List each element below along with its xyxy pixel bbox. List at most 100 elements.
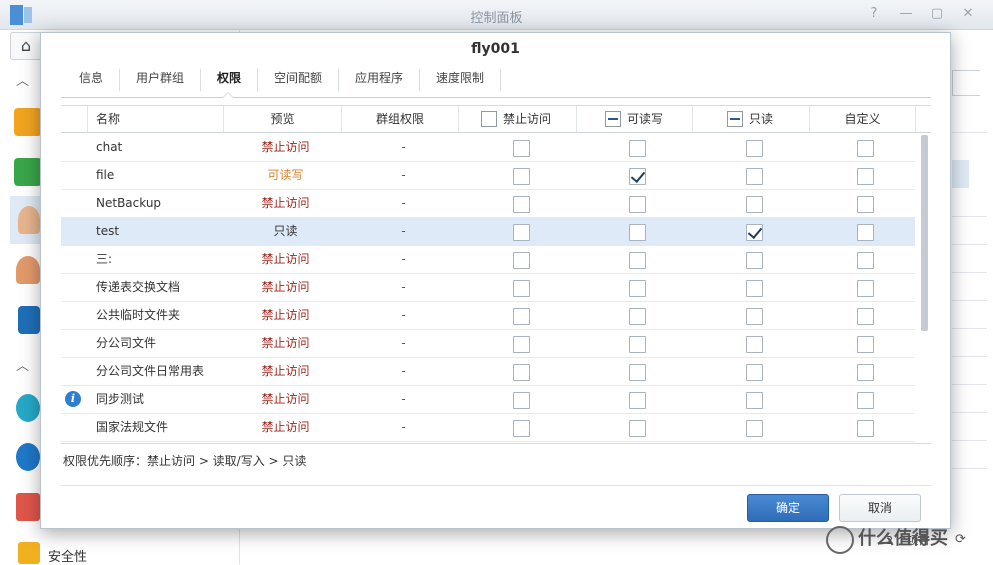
table-row[interactable]: 分公司文件日常用表 禁止访问 - (61, 358, 915, 386)
maximize-icon[interactable]: ▢ (929, 6, 945, 22)
close-icon[interactable]: ✕ (960, 6, 976, 22)
shared-folder-icon[interactable] (14, 108, 42, 136)
table-row[interactable]: chat 禁止访问 - (61, 134, 915, 162)
footer-divider (61, 485, 931, 486)
domain-ldap-icon[interactable] (18, 306, 40, 334)
deny-checkbox[interactable] (513, 252, 530, 269)
tab-user-groups[interactable]: 用户群组 (120, 65, 200, 95)
deny-checkbox[interactable] (513, 224, 530, 241)
read-write-checkbox[interactable] (629, 196, 646, 213)
read-write-checkbox[interactable] (629, 252, 646, 269)
custom-checkbox[interactable] (857, 308, 874, 325)
deny-checkbox[interactable] (513, 392, 530, 409)
read-write-checkbox[interactable] (629, 420, 646, 437)
table-row[interactable]: 传递表交换文档 禁止访问 - (61, 274, 915, 302)
background-selected-row[interactable] (952, 160, 969, 188)
read-write-all-checkbox[interactable] (605, 110, 621, 127)
table-row[interactable]: file 可读写 - (61, 162, 915, 190)
header-read-write-label: 可读写 (627, 112, 664, 126)
deny-checkbox[interactable] (513, 420, 530, 437)
custom-checkbox[interactable] (857, 140, 874, 157)
deny-checkbox[interactable] (513, 308, 530, 325)
read-only-checkbox[interactable] (746, 252, 763, 269)
row-name: 传递表交换文档 (96, 280, 181, 294)
header-group-permission[interactable]: 群组权限 (342, 106, 459, 133)
table-row[interactable]: 分公司文件 禁止访问 - (61, 330, 915, 358)
chevron-up-icon[interactable]: ︿ (16, 70, 29, 89)
header-name[interactable]: 名称 (88, 106, 224, 133)
read-only-checkbox[interactable] (746, 392, 763, 409)
external-access-icon[interactable] (16, 493, 40, 521)
deny-checkbox[interactable] (513, 168, 530, 185)
read-only-checkbox[interactable] (746, 168, 763, 185)
read-write-checkbox[interactable] (629, 308, 646, 325)
deny-checkbox[interactable] (513, 196, 530, 213)
table-row[interactable]: i 同步测试 禁止访问 - (61, 386, 915, 414)
header-read-only-label: 只读 (749, 112, 774, 126)
read-only-checkbox[interactable] (746, 308, 763, 325)
header-preview[interactable]: 预览 (224, 106, 342, 133)
custom-checkbox[interactable] (857, 280, 874, 297)
row-preview: 禁止访问 (261, 336, 310, 350)
read-only-all-checkbox[interactable] (727, 110, 743, 127)
deny-checkbox[interactable] (513, 364, 530, 381)
read-write-checkbox[interactable] (629, 364, 646, 381)
tab-speed-limit[interactable]: 速度限制 (420, 65, 500, 95)
tab-info[interactable]: 信息 (63, 65, 119, 95)
ok-button[interactable]: 确定 (747, 494, 829, 522)
deny-checkbox[interactable] (513, 140, 530, 157)
deny-checkbox[interactable] (513, 336, 530, 353)
custom-checkbox[interactable] (857, 336, 874, 353)
dialog-header: fly001 (41, 33, 950, 63)
custom-checkbox[interactable] (857, 168, 874, 185)
table-row[interactable]: 三: 禁止访问 - (61, 246, 915, 274)
read-write-checkbox[interactable] (629, 392, 646, 409)
header-deny-label: 禁止访问 (503, 112, 552, 126)
deny-all-checkbox[interactable] (481, 110, 497, 127)
custom-checkbox[interactable] (857, 252, 874, 269)
tab-permissions[interactable]: 权限 (201, 65, 257, 95)
minimize-icon[interactable]: — (898, 6, 914, 22)
group-icon[interactable] (16, 256, 40, 284)
read-write-checkbox[interactable] (629, 336, 646, 353)
sidebar-item-security[interactable]: 安全性 (48, 546, 87, 565)
read-only-checkbox[interactable] (746, 196, 763, 213)
home-icon[interactable]: ⌂ (10, 32, 42, 60)
table-row[interactable]: test 只读 - (61, 218, 915, 246)
info-icon[interactable]: i (65, 391, 81, 407)
chevron-up-icon[interactable]: ︿ (16, 355, 29, 374)
read-only-checkbox[interactable] (746, 280, 763, 297)
row-name: chat (96, 140, 123, 154)
header-custom[interactable]: 自定义 (810, 106, 916, 133)
read-only-checkbox[interactable] (746, 364, 763, 381)
read-only-checkbox[interactable] (746, 224, 763, 241)
table-row[interactable]: NetBackup 禁止访问 - (61, 190, 915, 218)
custom-checkbox[interactable] (857, 224, 874, 241)
read-only-checkbox[interactable] (746, 140, 763, 157)
deny-checkbox[interactable] (513, 280, 530, 297)
tab-quota[interactable]: 空间配额 (258, 65, 338, 95)
custom-checkbox[interactable] (857, 196, 874, 213)
watermark-logo (826, 526, 854, 554)
cancel-button[interactable]: 取消 (839, 494, 921, 522)
table-row[interactable]: 国家法规文件 禁止访问 - (61, 414, 915, 442)
read-write-checkbox[interactable] (629, 280, 646, 297)
background-search-input[interactable] (952, 70, 980, 96)
refresh-icon[interactable]: ⟳ (955, 532, 966, 547)
help-icon[interactable]: ? (866, 6, 882, 22)
read-write-checkbox[interactable] (629, 140, 646, 157)
read-only-checkbox[interactable] (746, 420, 763, 437)
read-only-checkbox[interactable] (746, 336, 763, 353)
table-scrollbar[interactable] (921, 135, 928, 331)
network-icon[interactable] (16, 443, 40, 471)
custom-checkbox[interactable] (857, 420, 874, 437)
custom-checkbox[interactable] (857, 364, 874, 381)
custom-checkbox[interactable] (857, 392, 874, 409)
file-services-icon[interactable] (14, 158, 42, 186)
row-preview: 可读写 (267, 168, 304, 182)
quickconnect-icon[interactable] (16, 394, 40, 422)
table-row[interactable]: 公共临时文件夹 禁止访问 - (61, 302, 915, 330)
tab-applications[interactable]: 应用程序 (339, 65, 419, 95)
read-write-checkbox[interactable] (629, 168, 646, 185)
read-write-checkbox[interactable] (629, 224, 646, 241)
